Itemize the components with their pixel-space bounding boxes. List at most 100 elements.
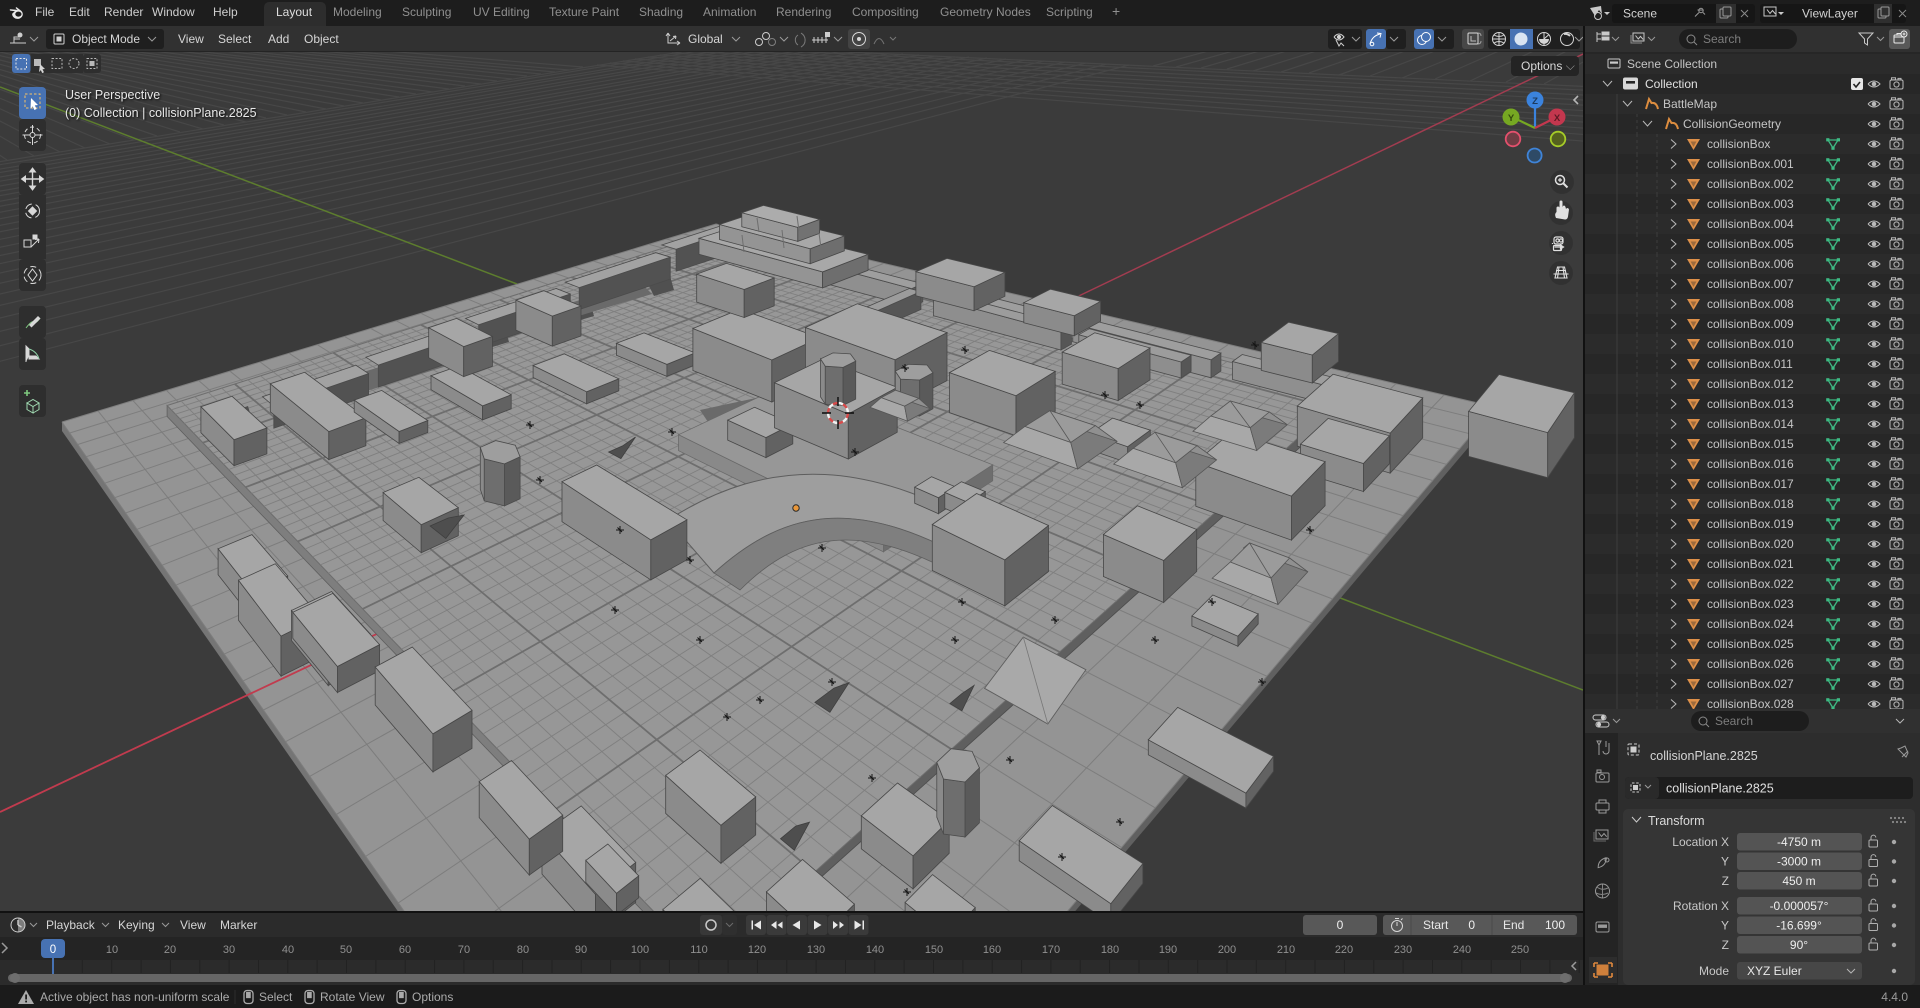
svg-text:BattleMap: BattleMap (1663, 97, 1717, 111)
svg-text:-4750 m: -4750 m (1777, 835, 1821, 849)
svg-text:Rotation X: Rotation X (1673, 899, 1729, 913)
svg-text:180: 180 (1101, 944, 1119, 956)
svg-text:Collection: Collection (1645, 77, 1698, 91)
svg-text:collisionBox.005: collisionBox.005 (1707, 237, 1794, 251)
svg-text:collisionPlane.2825: collisionPlane.2825 (1666, 782, 1774, 796)
svg-text:collisionBox.013: collisionBox.013 (1707, 397, 1794, 411)
svg-text:140: 140 (866, 944, 884, 956)
svg-text:240: 240 (1453, 944, 1471, 956)
svg-text:100: 100 (1545, 918, 1565, 932)
svg-text:collisionBox.012: collisionBox.012 (1707, 377, 1794, 391)
svg-text:Select: Select (218, 32, 252, 46)
svg-text:collisionBox.024: collisionBox.024 (1707, 617, 1794, 631)
svg-text:collisionBox.021: collisionBox.021 (1707, 557, 1794, 571)
svg-text:20: 20 (164, 944, 176, 956)
svg-text:170: 170 (1042, 944, 1060, 956)
svg-text:Add: Add (268, 32, 289, 46)
svg-text:Object Mode: Object Mode (72, 32, 140, 46)
svg-text:70: 70 (458, 944, 470, 956)
svg-text:Z: Z (1722, 938, 1729, 952)
svg-text:collisionBox.008: collisionBox.008 (1707, 297, 1794, 311)
svg-text:collisionBox.023: collisionBox.023 (1707, 597, 1794, 611)
svg-text:0: 0 (1468, 918, 1475, 932)
svg-text:Select: Select (259, 990, 293, 1004)
svg-text:130: 130 (807, 944, 825, 956)
svg-text:200: 200 (1218, 944, 1236, 956)
svg-text:30: 30 (223, 944, 235, 956)
svg-text:collisionBox.010: collisionBox.010 (1707, 337, 1794, 351)
svg-text:190: 190 (1159, 944, 1177, 956)
svg-text:collisionBox.003: collisionBox.003 (1707, 197, 1794, 211)
svg-text:collisionBox.022: collisionBox.022 (1707, 577, 1794, 591)
svg-text:collisionBox.001: collisionBox.001 (1707, 157, 1794, 171)
svg-text:Location X: Location X (1672, 835, 1729, 849)
svg-text:-3000 m: -3000 m (1777, 855, 1821, 869)
svg-text:Keying: Keying (118, 918, 155, 932)
svg-text:Z: Z (1722, 874, 1729, 888)
svg-text:Rotate View: Rotate View (320, 990, 385, 1004)
svg-text:-16.699°: -16.699° (1776, 919, 1822, 933)
svg-text:90: 90 (575, 944, 587, 956)
svg-text:230: 230 (1394, 944, 1412, 956)
svg-text:collisionBox.004: collisionBox.004 (1707, 217, 1794, 231)
svg-text:50: 50 (340, 944, 352, 956)
svg-text:Y: Y (1721, 919, 1729, 933)
svg-text:X: X (1554, 113, 1561, 124)
svg-text:collisionBox.026: collisionBox.026 (1707, 657, 1794, 671)
svg-text:250: 250 (1511, 944, 1529, 956)
svg-text:Global: Global (688, 32, 723, 46)
svg-text:Search: Search (1703, 32, 1741, 46)
svg-text:0: 0 (50, 944, 56, 956)
svg-text:0: 0 (1337, 918, 1344, 932)
svg-text:-0.000057°: -0.000057° (1770, 899, 1829, 913)
svg-text:Mode: Mode (1699, 964, 1729, 978)
svg-text:View: View (178, 32, 204, 46)
svg-text:210: 210 (1277, 944, 1295, 956)
svg-text:10: 10 (106, 944, 118, 956)
svg-text:collisionBox.020: collisionBox.020 (1707, 537, 1794, 551)
svg-text:90°: 90° (1790, 938, 1808, 952)
svg-text:collisionBox.014: collisionBox.014 (1707, 417, 1794, 431)
svg-text:Scene: Scene (1623, 7, 1657, 21)
svg-text:160: 160 (983, 944, 1001, 956)
svg-text:100: 100 (631, 944, 649, 956)
svg-text:Active object has non-uniform: Active object has non-uniform scale (40, 990, 230, 1004)
svg-text:collisionBox: collisionBox (1707, 137, 1770, 151)
svg-text:Transform: Transform (1648, 814, 1705, 828)
svg-text:collisionBox.025: collisionBox.025 (1707, 637, 1794, 651)
svg-text:collisionBox.016: collisionBox.016 (1707, 457, 1794, 471)
svg-text:collisionPlane.2825: collisionPlane.2825 (1650, 749, 1758, 763)
svg-text:450 m: 450 m (1782, 874, 1815, 888)
svg-text:220: 220 (1335, 944, 1353, 956)
svg-text:110: 110 (690, 944, 708, 956)
svg-text:collisionBox.015: collisionBox.015 (1707, 437, 1794, 451)
svg-text:80: 80 (517, 944, 529, 956)
svg-text:collisionBox.007: collisionBox.007 (1707, 277, 1794, 291)
svg-text:collisionBox.027: collisionBox.027 (1707, 677, 1794, 691)
svg-text:collisionBox.019: collisionBox.019 (1707, 517, 1794, 531)
svg-text:End: End (1503, 918, 1524, 932)
svg-text:Scene Collection: Scene Collection (1627, 57, 1717, 71)
svg-text:collisionBox.006: collisionBox.006 (1707, 257, 1794, 271)
svg-text:collisionBox.009: collisionBox.009 (1707, 317, 1794, 331)
svg-text:150: 150 (925, 944, 943, 956)
svg-text:Object: Object (304, 32, 339, 46)
svg-text:View: View (180, 918, 206, 932)
svg-text:collisionBox.017: collisionBox.017 (1707, 477, 1794, 491)
svg-text:40: 40 (282, 944, 294, 956)
svg-text:ViewLayer: ViewLayer (1802, 7, 1858, 21)
svg-text:Options: Options (412, 990, 453, 1004)
svg-text:Y: Y (1721, 855, 1729, 869)
svg-text:collisionBox.018: collisionBox.018 (1707, 497, 1794, 511)
svg-text:Search: Search (1715, 714, 1753, 728)
svg-text:Marker: Marker (220, 918, 257, 932)
svg-text:60: 60 (399, 944, 411, 956)
svg-text:120: 120 (748, 944, 766, 956)
svg-text:collisionBox.002: collisionBox.002 (1707, 177, 1794, 191)
svg-text:Y: Y (1508, 113, 1515, 124)
svg-text:Start: Start (1423, 918, 1449, 932)
svg-text:Z: Z (1532, 96, 1538, 107)
svg-text:XYZ Euler: XYZ Euler (1747, 964, 1802, 978)
svg-text:CollisionGeometry: CollisionGeometry (1683, 117, 1781, 131)
svg-text:collisionBox.011: collisionBox.011 (1707, 357, 1793, 371)
